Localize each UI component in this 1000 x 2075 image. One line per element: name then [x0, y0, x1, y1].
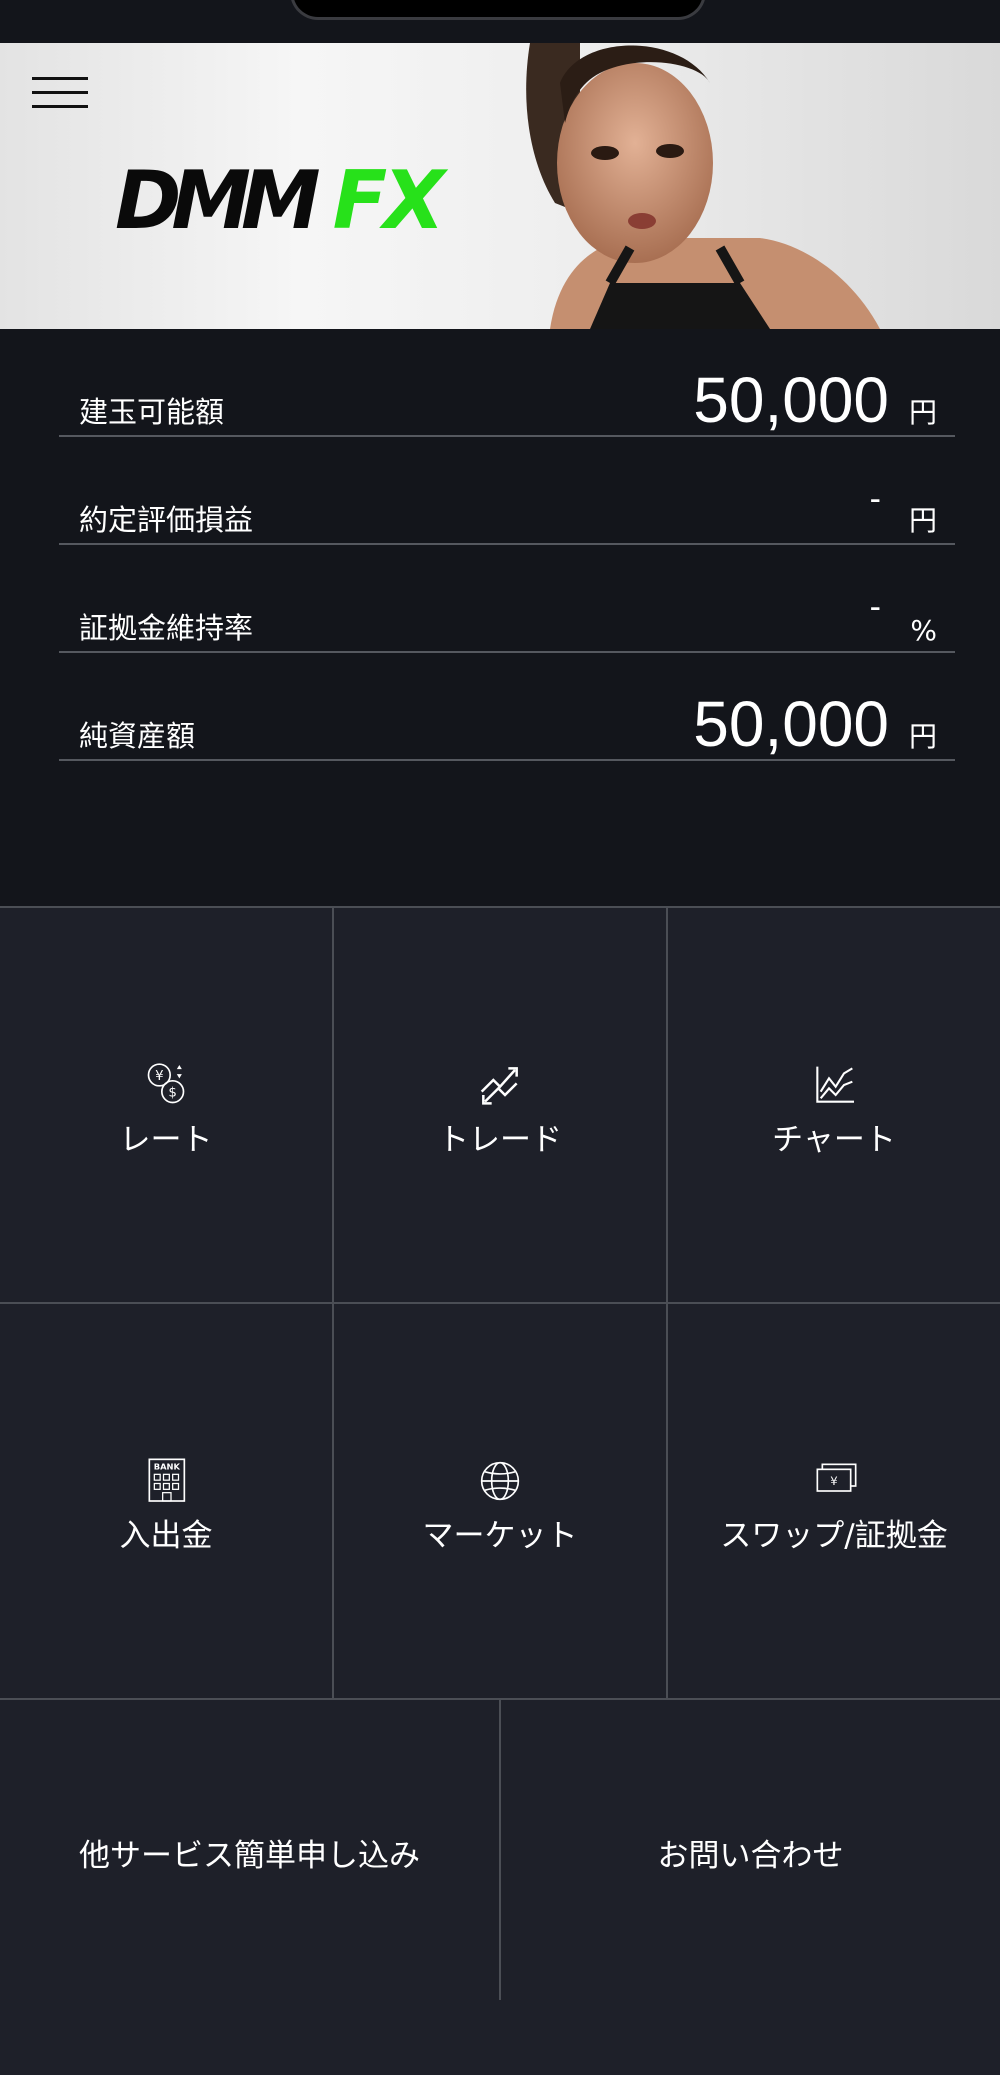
summary-row-net-assets: 純資産額 50,000 円	[59, 653, 955, 761]
summary-label: 証拠金維持率	[79, 611, 254, 645]
logo-dmm-text: DMM	[115, 154, 321, 247]
summary-label: 約定評価損益	[79, 503, 254, 537]
menu-trade-label: トレード	[438, 1122, 562, 1158]
status-bar	[0, 0, 1000, 43]
contact-button[interactable]: お問い合わせ	[501, 1700, 1000, 2002]
svg-text:BANK: BANK	[154, 1461, 181, 1471]
other-services-button[interactable]: 他サービス簡単申し込み	[0, 1700, 501, 2002]
dmm-fx-logo: DMM FX	[115, 161, 445, 241]
globe-icon	[480, 1461, 520, 1501]
summary-row-margin-ratio: 証拠金維持率 - %	[59, 545, 955, 653]
contact-label: お問い合わせ	[657, 1838, 844, 1874]
summary-label: 純資産額	[79, 719, 196, 753]
menu-trade-button[interactable]: トレード	[334, 908, 668, 1304]
account-summary: 建玉可能額 50,000 円 約定評価損益 - 円 証拠金維持率 - % 純資産…	[0, 329, 1000, 906]
svg-text:¥: ¥	[830, 1474, 837, 1488]
menu-market-label: マーケット	[422, 1518, 578, 1554]
summary-unit: %	[910, 614, 937, 647]
summary-label: 建玉可能額	[79, 395, 225, 429]
menu-deposit-button[interactable]: BANK 入出金	[0, 1304, 334, 1700]
yen-bills-icon: ¥	[816, 1463, 857, 1492]
menu-rate-button[interactable]: ¥ $ レート	[0, 908, 334, 1304]
svg-text:¥: ¥	[155, 1069, 163, 1084]
menu-rate-label: レート	[119, 1122, 213, 1158]
logo-fx-text: FX	[332, 154, 445, 247]
summary-value: -	[869, 588, 881, 626]
menu-market-button[interactable]: マーケット	[334, 1304, 668, 1700]
summary-value: 50,000	[693, 364, 889, 436]
main-menu-grid: ¥ $ レート トレード チャート BANK 入出金 マーケット ¥ スワップ/…	[0, 906, 1000, 2002]
menu-swap-margin-label: スワップ/証拠金	[720, 1518, 948, 1554]
menu-chart-button[interactable]: チャート	[668, 908, 1000, 1304]
menu-deposit-label: 入出金	[119, 1518, 213, 1554]
summary-unit: 円	[908, 504, 937, 537]
currency-exchange-icon: ¥ $	[147, 1063, 185, 1104]
summary-row-unrealized-pl: 約定評価損益 - 円	[59, 437, 955, 545]
summary-value: -	[869, 480, 881, 518]
summary-value: 50,000	[693, 688, 889, 760]
line-chart-icon	[816, 1066, 854, 1103]
trade-arrows-icon	[480, 1067, 518, 1105]
summary-unit: 円	[908, 720, 937, 753]
summary-row-available-margin: 建玉可能額 50,000 円	[59, 329, 955, 437]
hamburger-menu-icon[interactable]	[30, 73, 92, 113]
menu-chart-label: チャート	[772, 1122, 896, 1158]
menu-swap-margin-button[interactable]: ¥ スワップ/証拠金	[668, 1304, 1000, 1700]
banner-model-image	[526, 43, 880, 329]
svg-text:$: $	[168, 1086, 176, 1101]
bank-icon: BANK	[148, 1458, 186, 1502]
bottom-area	[0, 2000, 1000, 2075]
summary-unit: 円	[908, 396, 937, 429]
other-services-label: 他サービス簡単申し込み	[79, 1838, 420, 1874]
header-banner: DMM FX	[0, 43, 1000, 329]
device-notch	[290, 0, 706, 20]
